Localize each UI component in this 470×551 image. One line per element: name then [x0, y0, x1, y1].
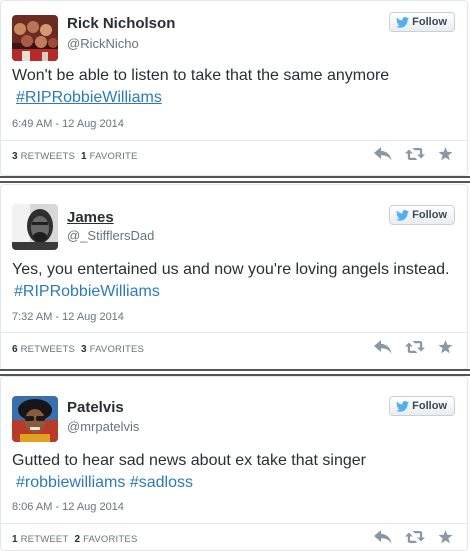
tweet-text: Yes, you entertained us and now you're l… — [12, 259, 457, 303]
favorite-count[interactable]: 3 FAVORITES — [81, 344, 144, 355]
hashtag-link[interactable]: #RIPRobbieWilliams — [16, 89, 162, 106]
reply-icon[interactable] — [374, 147, 392, 161]
tweet-card: Patelvis @mrpatelvis Follow Gutted to he… — [0, 376, 468, 551]
favorite-icon[interactable] — [438, 147, 453, 161]
retweet-count[interactable]: 6 RETWEETS — [12, 344, 75, 355]
tweet-timestamp[interactable]: 6:49 AM - 12 Aug 2014 — [12, 118, 124, 130]
user-handle[interactable]: @mrpatelvis — [67, 419, 139, 434]
favorite-count[interactable]: 2 FAVORITES — [74, 534, 137, 545]
separator — [0, 176, 470, 183]
reply-icon[interactable] — [374, 340, 392, 354]
tweet-actions — [374, 530, 453, 544]
hashtag-link[interactable]: #RIPRobbieWilliams — [14, 283, 160, 300]
divider — [1, 140, 467, 141]
tweet-body: Yes, you entertained us and now you're l… — [12, 261, 450, 278]
follow-button[interactable]: Follow — [389, 396, 455, 416]
favorite-icon[interactable] — [438, 530, 453, 544]
tweet-stats: 1 RETWEET 2 FAVORITES — [12, 534, 137, 545]
twitter-bird-icon — [396, 16, 410, 28]
divider — [1, 523, 467, 524]
favorite-count[interactable]: 1 FAVORITE — [81, 151, 138, 162]
hashtag-link[interactable]: #sadloss — [130, 474, 193, 491]
follow-button[interactable]: Follow — [389, 205, 455, 225]
tweet-actions — [374, 147, 453, 161]
tweet-card: Rick Nicholson @RickNicho Follow Won't b… — [0, 0, 468, 176]
follow-button[interactable]: Follow — [389, 12, 455, 32]
user-name[interactable]: James — [67, 209, 114, 226]
tweet-timestamp[interactable]: 8:06 AM - 12 Aug 2014 — [12, 501, 124, 513]
follow-label: Follow — [412, 400, 447, 412]
retweet-count[interactable]: 3 RETWEETS — [12, 151, 75, 162]
tweet-stats: 3 RETWEETS 1 FAVORITE — [12, 151, 138, 162]
tweet-body: Gutted to hear sad news about ex take th… — [12, 452, 366, 469]
follow-label: Follow — [412, 16, 447, 28]
hashtag-link[interactable]: #robbiewilliams — [16, 474, 125, 491]
user-handle[interactable]: @RickNicho — [67, 36, 139, 51]
avatar[interactable] — [12, 15, 58, 61]
tweet-actions — [374, 340, 453, 354]
avatar[interactable] — [12, 204, 58, 250]
follow-label: Follow — [412, 209, 447, 221]
tweet-timestamp[interactable]: 7:32 AM - 12 Aug 2014 — [12, 311, 124, 323]
retweet-icon[interactable] — [405, 147, 425, 161]
tweet-text: Won't be able to listen to take that the… — [12, 65, 457, 109]
divider — [1, 332, 467, 333]
user-name[interactable]: Rick Nicholson — [67, 15, 175, 32]
twitter-bird-icon — [396, 400, 410, 412]
tweet-stats: 6 RETWEETS 3 FAVORITES — [12, 344, 144, 355]
twitter-bird-icon — [396, 209, 410, 221]
retweet-icon[interactable] — [405, 340, 425, 354]
tweet-text: Gutted to hear sad news about ex take th… — [12, 450, 457, 494]
retweet-count[interactable]: 1 RETWEET — [12, 534, 68, 545]
user-name[interactable]: Patelvis — [67, 399, 124, 416]
reply-icon[interactable] — [374, 530, 392, 544]
tweet-body: Won't be able to listen to take that the… — [12, 67, 390, 84]
favorite-icon[interactable] — [438, 340, 453, 354]
avatar[interactable] — [12, 396, 58, 442]
tweet-card: James @_StifflersDad Follow Yes, you ent… — [0, 184, 468, 370]
user-handle[interactable]: @_StifflersDad — [67, 228, 154, 243]
separator — [0, 369, 470, 376]
retweet-icon[interactable] — [405, 530, 425, 544]
